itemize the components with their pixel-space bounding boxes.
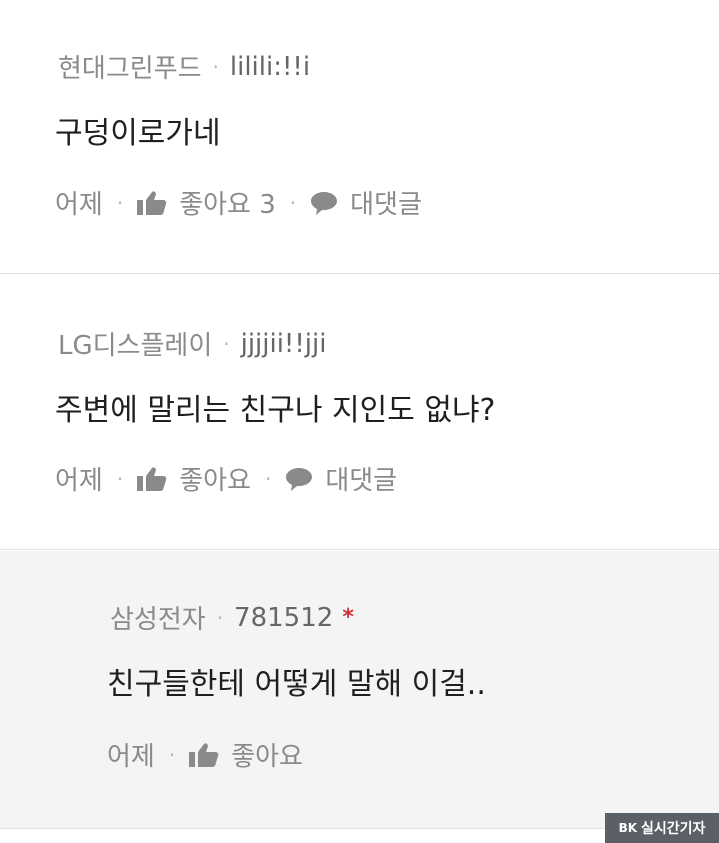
speech-bubble-icon [285, 466, 313, 492]
like-label: 좋아요 [179, 466, 251, 496]
comment-actions: 어제 · 좋아요 3 · 대댓글 [55, 184, 422, 221]
reply-comment-item: 삼성전자 · 781512 * 친구들한테 어떻게 말해 이걸.. 어제 · 좋… [0, 551, 719, 829]
company-name[interactable]: LG디스플레이 [58, 325, 212, 362]
reply-button[interactable]: 대댓글 [310, 184, 422, 221]
company-name[interactable]: 현대그린푸드 [58, 48, 202, 85]
user-id[interactable]: jjjjii!!jji [241, 329, 327, 359]
separator-dot: · [116, 466, 124, 491]
separator-dot: · [116, 190, 124, 215]
reply-label: 대댓글 [325, 466, 398, 496]
comment-meta: 삼성전자 · 781512 * [110, 599, 354, 636]
timestamp: 어제 [55, 466, 103, 496]
like-button[interactable]: 좋아요 3 [137, 184, 276, 221]
separator-dot: · [212, 54, 219, 79]
author-marker: * [342, 605, 354, 630]
separator-dot: · [289, 190, 297, 215]
timestamp: 어제 [107, 742, 155, 772]
company-name[interactable]: 삼성전자 [110, 599, 206, 636]
comment-item: 현대그린푸드 · lilili:!!i 구덩이로가네 어제 · 좋아요 3 · … [0, 0, 719, 274]
timestamp: 어제 [55, 190, 103, 220]
speech-bubble-icon [310, 190, 338, 216]
like-button[interactable]: 좋아요 [189, 736, 303, 773]
reply-label: 대댓글 [350, 190, 422, 220]
comment-actions: 어제 · 좋아요 · 대댓글 [55, 460, 397, 497]
thumbs-up-icon [189, 742, 219, 768]
user-id[interactable]: lilili:!!i [230, 52, 310, 82]
watermark: BK 실시간기자 [605, 813, 719, 843]
user-id[interactable]: 781512 [234, 603, 333, 633]
separator-dot: · [264, 466, 272, 491]
watermark-text: 실시간기자 [641, 821, 706, 837]
thumbs-up-icon [137, 466, 167, 492]
separator-dot: · [216, 605, 224, 630]
like-label: 좋아요 [231, 742, 303, 772]
separator-dot: · [223, 331, 230, 356]
comment-meta: 현대그린푸드 · lilili:!!i [58, 48, 310, 85]
comment-actions: 어제 · 좋아요 [107, 736, 303, 773]
comment-item: LG디스플레이 · jjjjii!!jji 주변에 말리는 친구나 지인도 없냐… [0, 275, 719, 550]
comment-text: 주변에 말리는 친구나 지인도 없냐? [55, 393, 496, 428]
reply-button[interactable]: 대댓글 [285, 460, 397, 497]
comment-text: 친구들한테 어떻게 말해 이걸.. [107, 667, 486, 702]
comment-meta: LG디스플레이 · jjjjii!!jji [58, 325, 326, 362]
like-label: 좋아요 3 [179, 190, 276, 220]
separator-dot: · [168, 742, 176, 767]
thumbs-up-icon [137, 190, 167, 216]
comment-text: 구덩이로가네 [55, 116, 221, 151]
watermark-logo: BK [618, 821, 638, 835]
like-button[interactable]: 좋아요 [137, 460, 251, 497]
